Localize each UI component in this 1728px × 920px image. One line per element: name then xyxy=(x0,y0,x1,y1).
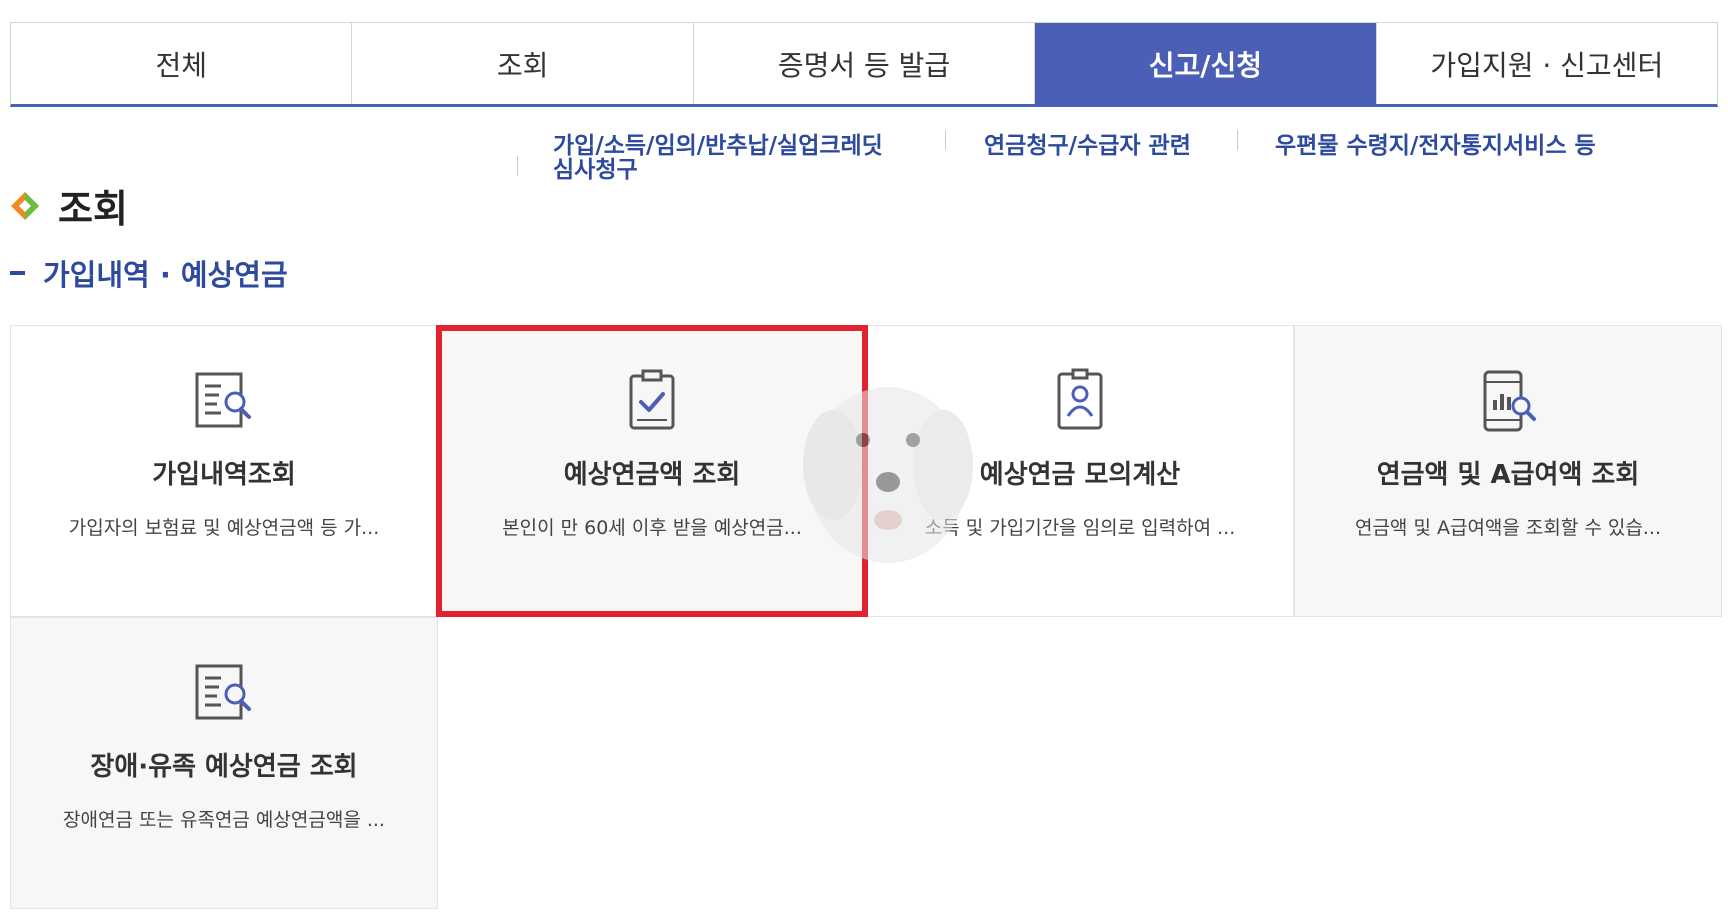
card-title: 예상연금 모의계산 xyxy=(979,460,1181,490)
tab-inquiry[interactable]: 조회 xyxy=(352,23,694,104)
clipboard-check-icon xyxy=(629,369,675,430)
diamond-icon xyxy=(11,191,39,220)
card-title: 장애·유족 예상연금 조회 xyxy=(90,752,358,782)
tab-support-center[interactable]: 가입지원 · 신고센터 xyxy=(1377,23,1717,104)
card-description: 소득 및 가입기간을 임의로 입력하여 ... xyxy=(924,517,1236,539)
card-title: 연금액 및 A급여액 조회 xyxy=(1376,460,1640,490)
phone-chart-search-icon xyxy=(1483,370,1536,432)
divider xyxy=(1237,130,1238,150)
divider xyxy=(945,130,946,150)
card-description: 장애연금 또는 유족연금 예상연금액을 ... xyxy=(63,809,385,831)
sublink-pension-claim[interactable]: 연금청구/수급자 관련 xyxy=(984,126,1191,160)
card-description: 본인이 만 60세 이후 받을 예상연금... xyxy=(502,517,802,539)
id-card-person-icon xyxy=(1057,368,1103,430)
document-search-icon xyxy=(195,372,251,428)
sublink-review-request[interactable]: 심사청구 xyxy=(553,150,638,184)
page-title-text: 조회 xyxy=(58,187,128,231)
section-title-text: 가입내역 · 예상연금 xyxy=(43,258,288,292)
card-pension-a-benefit[interactable]: 연금액 및 A급여액 조회 연금액 및 A급여액을 조회할 수 있습... xyxy=(1294,325,1722,617)
tab-all[interactable]: 전체 xyxy=(11,23,353,104)
card-pension-simulation[interactable]: 예상연금 모의계산 소득 및 가입기간을 임의로 입력하여 ... xyxy=(866,325,1294,617)
sublink-mail-address[interactable]: 우편물 수령지/전자통지서비스 등 xyxy=(1275,126,1596,160)
page-title: 조회 xyxy=(10,178,128,233)
divider xyxy=(517,156,518,176)
tab-certificate[interactable]: 증명서 등 발급 xyxy=(694,23,1036,104)
dash-icon xyxy=(10,271,25,275)
tab-report-apply[interactable]: 신고/신청 xyxy=(1035,23,1377,104)
card-enrollment-history[interactable]: 가입내역조회 가입자의 보험료 및 예상연금액 등 가... xyxy=(10,325,438,617)
card-description: 연금액 및 A급여액을 조회할 수 있습... xyxy=(1354,517,1662,539)
card-title: 예상연금액 조회 xyxy=(563,460,741,490)
card-disability-survivor-pension[interactable]: 장애·유족 예상연금 조회 장애연금 또는 유족연금 예상연금액을 ... xyxy=(10,617,438,909)
section-title: 가입내역 · 예상연금 xyxy=(10,252,288,294)
main-tab-bar: 전체 조회 증명서 등 발급 신고/신청 가입지원 · 신고센터 xyxy=(10,22,1718,107)
card-title: 가입내역조회 xyxy=(152,460,296,490)
card-expected-pension[interactable]: 예상연금액 조회 본인이 만 60세 이후 받을 예상연금... xyxy=(438,325,866,617)
card-description: 가입자의 보험료 및 예상연금액 등 가... xyxy=(68,517,380,539)
document-search-icon xyxy=(195,664,251,720)
sub-link-bar: 가입/소득/임의/반추납/실업크레딧 연금청구/수급자 관련 우편물 수령지/전… xyxy=(510,126,1680,186)
